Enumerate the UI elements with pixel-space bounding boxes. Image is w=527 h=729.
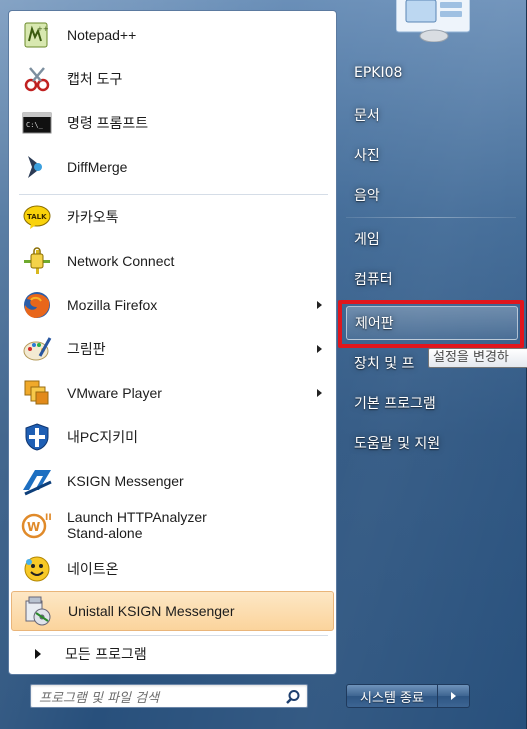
vmware-icon xyxy=(19,375,55,411)
program-network-connect[interactable]: Network Connect xyxy=(11,241,334,281)
svg-text:II: II xyxy=(45,513,52,523)
program-notepad-plus[interactable]: ++ Notepad++ xyxy=(11,15,334,55)
svg-text:++: ++ xyxy=(37,25,49,33)
program-ksign-messenger[interactable]: KSIGN Messenger xyxy=(11,461,334,501)
right-item-label: 컴퓨터 xyxy=(354,272,393,288)
program-label: 명령 프롬프트 xyxy=(67,115,149,131)
firefox-icon xyxy=(19,287,55,323)
right-item-pictures[interactable]: 사진 xyxy=(346,138,518,172)
network-connect-icon xyxy=(19,243,55,279)
right-item-label: 기본 프로그램 xyxy=(354,396,436,412)
program-label-line1: Launch HTTPAnalyzer xyxy=(67,509,207,525)
program-paint[interactable]: 그림판 xyxy=(11,329,334,369)
separator xyxy=(19,194,328,195)
separator xyxy=(19,635,328,636)
command-prompt-icon: C:\_ xyxy=(19,105,55,141)
right-item-label: 문서 xyxy=(354,108,380,124)
right-item-help-support[interactable]: 도움말 및 지원 xyxy=(346,426,518,460)
separator xyxy=(346,217,516,218)
shutdown-options-button[interactable] xyxy=(438,684,470,708)
right-item-documents[interactable]: 문서 xyxy=(346,98,518,132)
highlight-annotation xyxy=(338,300,524,348)
shutdown-button[interactable]: 시스템 종료 xyxy=(346,684,438,708)
diffmerge-icon xyxy=(19,149,55,185)
tooltip: 설정을 변경하 xyxy=(428,348,527,368)
expand-arrow-icon xyxy=(35,649,41,659)
program-snipping-tool[interactable]: 캡처 도구 xyxy=(11,59,334,99)
right-item-games[interactable]: 게임 xyxy=(346,222,518,256)
program-label: Notepad++ xyxy=(67,27,137,43)
program-command-prompt[interactable]: C:\_ 명령 프롬프트 xyxy=(11,103,334,143)
right-item-label: 도움말 및 지원 xyxy=(354,436,441,452)
right-item-label: 음악 xyxy=(354,188,380,204)
all-programs-item[interactable]: 모든 프로그램 xyxy=(11,639,334,669)
search-placeholder: 프로그램 및 파일 검색 xyxy=(39,690,160,706)
program-label: VMware Player xyxy=(67,385,162,401)
program-label: Network Connect xyxy=(67,253,175,269)
programs-panel: ++ Notepad++ 캡처 도구 C:\_ 명령 프롬프트 DiffMerg… xyxy=(8,10,337,675)
svg-text:W: W xyxy=(27,520,40,534)
submenu-arrow-icon xyxy=(317,389,322,397)
right-item-user[interactable]: EPKI08 xyxy=(346,56,518,90)
ksign-icon xyxy=(19,463,55,499)
program-label-line2: Stand-alone xyxy=(67,525,143,541)
right-item-music[interactable]: 음악 xyxy=(346,178,518,212)
paint-icon xyxy=(19,331,55,367)
program-label: DiffMerge xyxy=(67,159,128,175)
shield-icon xyxy=(19,419,55,455)
program-httpanalyzer[interactable]: W II Launch HTTPAnalyzer Stand-alone xyxy=(11,505,334,545)
search-input[interactable]: 프로그램 및 파일 검색 xyxy=(30,684,308,708)
snipping-tool-icon xyxy=(19,61,55,97)
program-label: 카카오톡 xyxy=(67,209,119,225)
user-picture-icon[interactable] xyxy=(396,0,470,42)
program-label: 내PC지키미 xyxy=(67,429,138,445)
program-uninstall-ksign[interactable]: Unistall KSIGN Messenger xyxy=(11,591,334,631)
program-label: Mozilla Firefox xyxy=(67,297,158,313)
program-mozilla-firefox[interactable]: Mozilla Firefox xyxy=(11,285,334,325)
program-diffmerge[interactable]: DiffMerge xyxy=(11,147,334,187)
program-label: 그림판 xyxy=(67,341,106,357)
program-label: 캡처 도구 xyxy=(67,71,123,87)
nateon-icon xyxy=(19,551,55,587)
program-vmware-player[interactable]: VMware Player xyxy=(11,373,334,413)
uninstall-icon xyxy=(20,593,56,629)
submenu-arrow-icon xyxy=(317,345,322,353)
program-kakaotalk[interactable]: TALK 카카오톡 xyxy=(11,197,334,237)
program-nateon[interactable]: 네이트온 xyxy=(11,549,334,589)
arrow-right-icon xyxy=(451,692,456,700)
search-icon[interactable] xyxy=(285,689,301,705)
httpanalyzer-icon: W II xyxy=(19,507,55,543)
program-label: Unistall KSIGN Messenger xyxy=(68,603,235,619)
right-item-label: 사진 xyxy=(354,148,380,164)
shutdown-group: 시스템 종료 xyxy=(346,684,474,708)
all-programs-label: 모든 프로그램 xyxy=(65,647,147,663)
program-label: 네이트온 xyxy=(67,561,119,577)
program-mypc-guard[interactable]: 내PC지키미 xyxy=(11,417,334,457)
program-label: KSIGN Messenger xyxy=(67,473,184,489)
notepad-plus-icon: ++ xyxy=(19,17,55,53)
right-item-default-programs[interactable]: 기본 프로그램 xyxy=(346,386,518,420)
right-item-computer[interactable]: 컴퓨터 xyxy=(346,262,518,296)
kakaotalk-icon: TALK xyxy=(19,199,55,235)
svg-text:C:\_: C:\_ xyxy=(26,121,44,129)
right-item-label: 장치 및 프 xyxy=(354,356,415,372)
submenu-arrow-icon xyxy=(317,301,322,309)
program-label: Launch HTTPAnalyzer Stand-alone xyxy=(67,509,207,541)
svg-text:TALK: TALK xyxy=(27,213,47,221)
right-item-label: 게임 xyxy=(354,232,380,248)
right-item-label: EPKI08 xyxy=(354,65,403,81)
